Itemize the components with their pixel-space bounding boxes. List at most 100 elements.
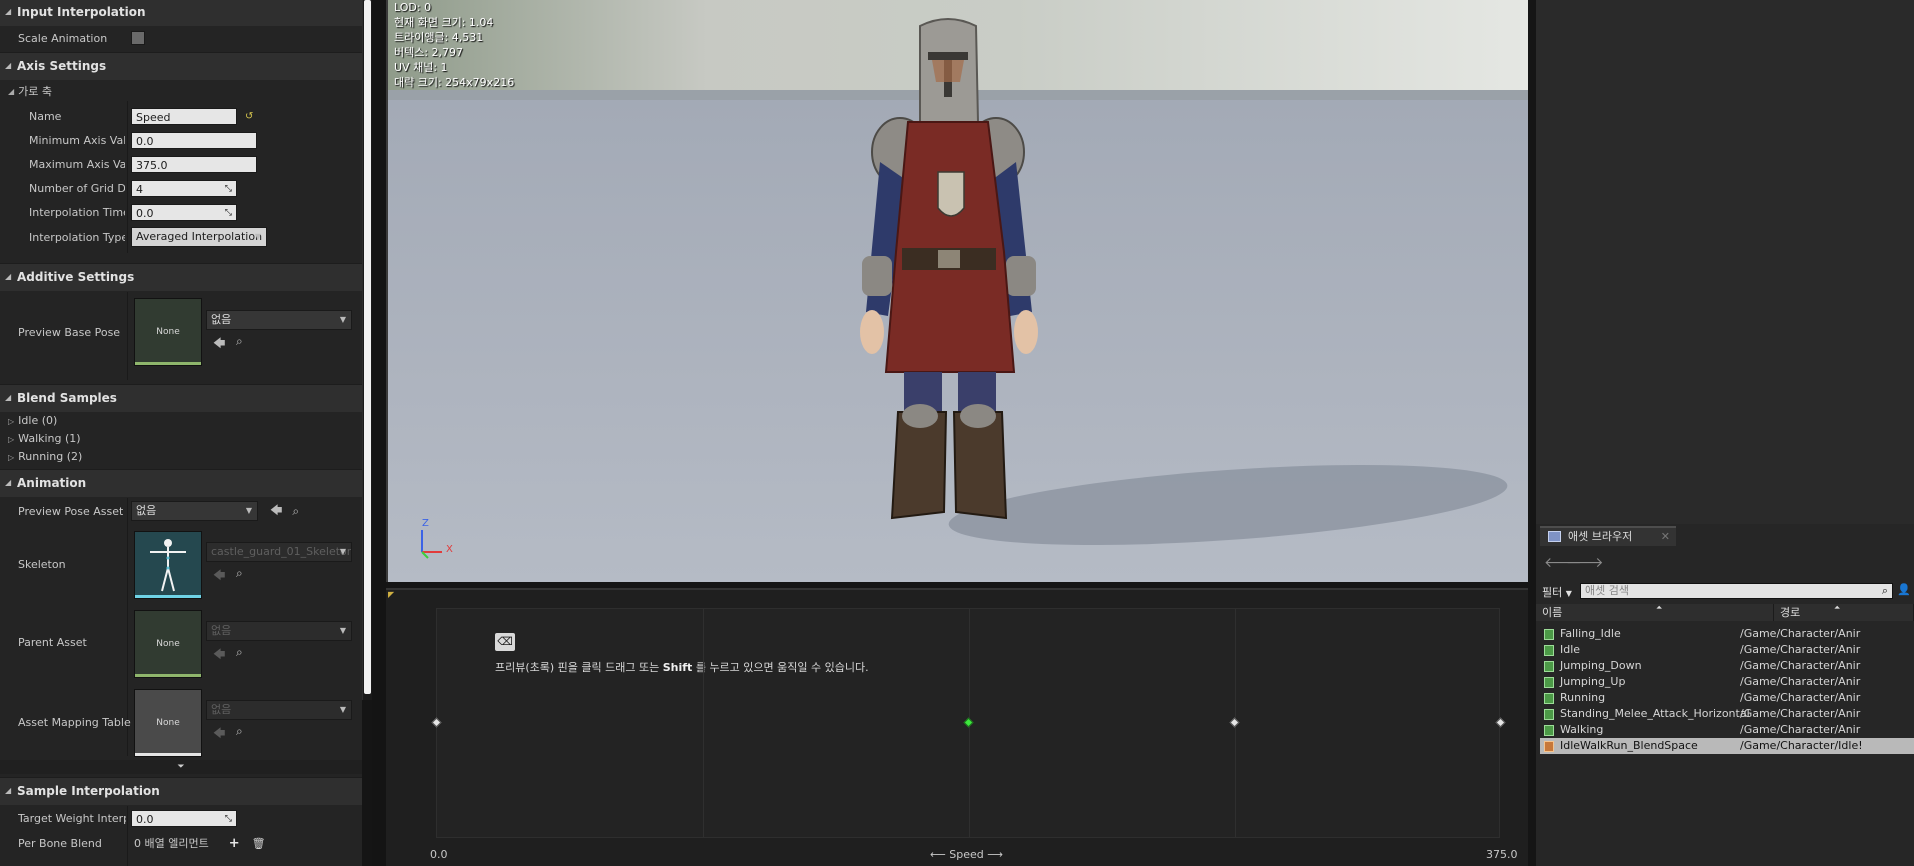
stat-approx-size: 대략 크기: 254x79x216	[394, 76, 515, 89]
asset-search-input[interactable]	[1585, 584, 1875, 597]
animation-asset-icon	[1544, 693, 1554, 704]
use-selected-arrow-icon[interactable]: 🡄	[213, 334, 225, 355]
category-title: Input Interpolation	[17, 5, 146, 19]
asset-name: Idle	[1560, 643, 1581, 656]
expand-icon: ▷	[8, 435, 15, 444]
category-input-interpolation[interactable]: ◢ Input Interpolation	[0, 0, 362, 26]
grid-divisions-field[interactable]: 4 ⤡	[131, 179, 237, 197]
asset-row[interactable]: Standing_Melee_Attack_Horizontal/Game/Ch…	[1540, 706, 1914, 722]
blend-sample-item[interactable]: ▷ Walking (1)	[8, 432, 81, 445]
stat-screen-size: 현재 화면 크기: 1.04	[394, 16, 494, 29]
browse-search-icon[interactable]: ⌕	[236, 724, 243, 739]
preview-base-pose-dropdown[interactable]: 없음 ▼	[206, 310, 352, 330]
browse-search-icon[interactable]: ⌕	[236, 334, 243, 349]
asset-row[interactable]: Running/Game/Character/Anir	[1540, 690, 1914, 706]
panel-splitter[interactable]	[372, 0, 386, 866]
asset-search-box[interactable]: ⌕	[1580, 583, 1893, 599]
asset-mapping-dropdown: 없음 ▼	[206, 700, 352, 720]
axis-max-label: 375.0	[1486, 848, 1518, 861]
row-target-weight: Target Weight Interpo 0.0 ⤡	[0, 808, 362, 828]
reset-icon[interactable]: ↺	[245, 111, 253, 122]
blend-sample-item[interactable]: ▷ Running (2)	[8, 450, 82, 463]
blend-sample-item[interactable]: ▷ Idle (0)	[8, 414, 57, 427]
asset-row[interactable]: IdleWalkRun_BlendSpace/Game/Character/Id…	[1540, 738, 1914, 754]
browse-search-icon[interactable]: ⌕	[236, 566, 243, 581]
category-axis-settings[interactable]: ◢ Axis Settings	[0, 52, 362, 80]
browse-search-icon[interactable]: ⌕	[236, 645, 243, 660]
asset-row[interactable]: Walking/Game/Character/Anir	[1540, 722, 1914, 738]
target-weight-field[interactable]: 0.0 ⤡	[131, 809, 237, 827]
tab-asset-browser[interactable]: 애셋 브라우저 ✕	[1540, 526, 1676, 546]
asset-path: /Game/Character/Idle!	[1740, 739, 1863, 752]
chevron-down-icon: ▼	[339, 705, 346, 714]
parent-asset-dropdown: 없음 ▼	[206, 621, 352, 641]
row-name: Name Speed ↺	[0, 106, 362, 126]
tooltip-icon[interactable]: ⌫	[495, 633, 515, 651]
parent-asset-thumbnail[interactable]: None	[134, 610, 202, 678]
asset-row[interactable]: Falling_Idle/Game/Character/Anir	[1540, 626, 1914, 642]
spin-icon[interactable]: ⤡	[225, 205, 232, 220]
forward-arrow-icon[interactable]: 🡒	[1566, 554, 1604, 571]
max-axis-label: Maximum Axis Val	[29, 157, 125, 171]
blend-grid[interactable]: ⌫ 프리뷰(초록) 핀을 클릭 드래그 또는 Shift 를 누르고 있으면 움…	[431, 608, 1506, 838]
blendspace-asset-icon	[1544, 741, 1554, 752]
animation-asset-icon	[1544, 629, 1554, 640]
browse-search-icon[interactable]: ⌕	[292, 504, 299, 519]
asset-browser-icon	[1548, 531, 1561, 542]
asset-row[interactable]: Jumping_Up/Game/Character/Anir	[1540, 674, 1914, 690]
asset-name: Standing_Melee_Attack_Horizontal	[1560, 707, 1750, 720]
scale-animation-label: Scale Animation	[18, 31, 108, 45]
arrow-left-icon: ⟵	[930, 848, 946, 861]
sample-point[interactable]	[1495, 717, 1506, 728]
preview-sample-pin[interactable]	[963, 717, 974, 728]
asset-path: /Game/Character/Anir	[1740, 643, 1861, 656]
spin-icon[interactable]: ⤡	[225, 181, 232, 196]
preview-viewport[interactable]: LOD: 0 현재 화면 크기: 1.04 트라이앵글: 4,531 버텍스: …	[386, 0, 1528, 582]
spin-icon[interactable]: ⤡	[225, 811, 232, 826]
search-icon[interactable]: ⌕	[1882, 584, 1888, 598]
sample-point[interactable]	[431, 717, 442, 728]
asset-path: /Game/Character/Anir	[1740, 627, 1861, 640]
asset-name: IdleWalkRun_BlendSpace	[1560, 739, 1698, 752]
trash-icon[interactable]: 🗑	[252, 837, 266, 850]
skeleton-thumbnail[interactable]	[134, 531, 202, 599]
row-interp-type: Interpolation Type Averaged Interpolatio…	[0, 226, 362, 248]
interp-type-dropdown[interactable]: Averaged Interpolation ▼	[131, 227, 267, 247]
row-max-axis: Maximum Axis Val 375.0	[0, 154, 362, 174]
user-icon[interactable]: 👤	[1897, 583, 1911, 596]
category-additive-settings[interactable]: ◢ Additive Settings	[0, 263, 362, 291]
min-axis-field[interactable]: 0.0	[131, 131, 257, 149]
close-icon[interactable]: ✕	[1661, 528, 1670, 546]
scale-animation-checkbox[interactable]	[131, 31, 145, 45]
interp-time-field[interactable]: 0.0 ⤡	[131, 203, 237, 221]
add-element-icon[interactable]: +	[229, 836, 240, 851]
filter-button[interactable]: 필터 ▼	[1542, 584, 1572, 600]
column-header-path[interactable]: 경로 ⏶	[1774, 603, 1914, 621]
category-blend-samples[interactable]: ◢ Blend Samples	[0, 384, 362, 412]
animation-asset-icon	[1544, 709, 1554, 720]
details-scrollbar[interactable]	[362, 0, 372, 700]
per-bone-blend-count: 0 배열 엘리먼트	[134, 837, 209, 850]
column-header-name[interactable]: 이름 ⏶	[1536, 603, 1774, 621]
empty-panel-area	[1536, 0, 1914, 524]
blend-space-editor[interactable]: ◤ ⌫ 프리뷰(초록) 핀을 클릭 드래그 또는 Shift 를 누르고 있으면…	[386, 588, 1528, 866]
name-field[interactable]: Speed	[131, 107, 237, 125]
use-selected-arrow-icon[interactable]: 🡄	[270, 501, 282, 522]
category-sample-interpolation[interactable]: ◢ Sample Interpolation	[0, 777, 362, 805]
asset-row[interactable]: Idle/Game/Character/Anir	[1540, 642, 1914, 658]
category-title: Animation	[17, 476, 87, 490]
advanced-expand-button[interactable]: ⏷	[0, 760, 362, 774]
category-animation[interactable]: ◢ Animation	[0, 469, 362, 497]
asset-mapping-thumbnail[interactable]: None	[134, 689, 202, 757]
details-scrollbar-thumb[interactable]	[364, 0, 371, 694]
preview-pose-asset-dropdown[interactable]: 없음 ▼	[131, 501, 258, 521]
sample-point[interactable]	[1229, 717, 1240, 728]
asset-row[interactable]: Jumping_Down/Game/Character/Anir	[1540, 658, 1914, 674]
asset-name: Jumping_Down	[1560, 659, 1642, 672]
preview-base-pose-thumbnail[interactable]: None	[134, 298, 202, 366]
max-axis-field[interactable]: 375.0	[131, 155, 257, 173]
chevron-down-icon: ▼	[339, 315, 346, 324]
collapse-icon: ◢	[5, 786, 12, 795]
axis-name-label: ⟵ Speed ⟶	[930, 848, 1004, 861]
axis-group-header[interactable]: ◢ 가로 축	[0, 81, 362, 101]
